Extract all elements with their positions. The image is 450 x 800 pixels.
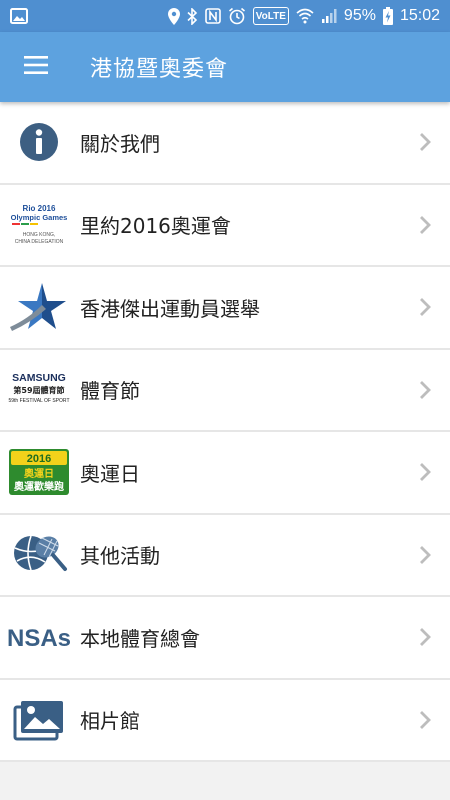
list-item-label: 里約2016奧運會: [80, 214, 231, 239]
list-item-label: 其他活動: [80, 544, 160, 569]
list-item-label: 奧運日: [80, 461, 140, 486]
chevron-right-icon: [400, 462, 450, 482]
menu-list: 關於我們 Rio 2016 Olympic Games HONG KONG, C…: [0, 102, 450, 762]
list-item-about-us[interactable]: 關於我們: [0, 102, 450, 185]
logo-text: CHINA DELEGATION: [15, 239, 64, 245]
logo-text: 2016: [27, 453, 51, 465]
logo-text: HONG KONG,: [23, 232, 56, 238]
logo-text: 59th FESTIVAL OF SPORT: [8, 398, 69, 404]
star-athlete-logo: [0, 266, 78, 348]
info-icon: [0, 101, 78, 183]
image-icon: [10, 7, 28, 25]
logo-text: SAMSUNG: [12, 372, 66, 384]
menu-button[interactable]: [0, 32, 72, 102]
bluetooth-icon: [187, 7, 198, 25]
app-title: 港協暨奧委會: [90, 57, 229, 82]
list-item-outstanding-athletes[interactable]: 香港傑出運動員選舉: [0, 267, 450, 350]
sports-activities-icon: [0, 514, 78, 596]
logo-text: 第59屆體育節: [13, 385, 64, 395]
logo-text: Rio 2016: [23, 204, 56, 213]
chevron-right-icon: [400, 545, 450, 565]
wifi-icon: [296, 7, 314, 25]
olympic-day-logo: 2016 奧運日 奧運歡樂跑: [0, 431, 78, 513]
chevron-right-icon: [400, 297, 450, 317]
logo-text: NSAs: [7, 625, 71, 652]
chevron-right-icon: [400, 380, 450, 400]
chevron-right-icon: [400, 132, 450, 152]
signal-icon: [321, 7, 337, 25]
location-icon: [167, 7, 180, 25]
battery-charging-icon: [382, 7, 393, 25]
volte-badge: VoLTE: [252, 7, 289, 25]
battery-percent: 95%: [343, 7, 376, 24]
list-item-other-activities[interactable]: 其他活動: [0, 514, 450, 597]
chevron-right-icon: [400, 710, 450, 730]
photo-gallery-icon: [0, 679, 78, 761]
list-item-label: 相片館: [80, 709, 140, 734]
list-item-label: 體育節: [80, 379, 140, 404]
logo-text: Olympic Games: [11, 213, 68, 222]
list-item-olympic-day[interactable]: 2016 奧運日 奧運歡樂跑 奧運日: [0, 432, 450, 515]
logo-text: 奧運歡樂跑: [13, 480, 64, 493]
status-bar: VoLTE 95% 15:02: [0, 0, 450, 32]
alarm-icon: [228, 7, 246, 25]
list-item-rio-2016[interactable]: Rio 2016 Olympic Games HONG KONG, CHINA …: [0, 184, 450, 267]
samsung-festival-logo: SAMSUNG 第59屆體育節 59th FESTIVAL OF SPORT: [0, 349, 78, 431]
list-item-photo-gallery[interactable]: 相片館: [0, 679, 450, 762]
logo-text: 奧運日: [23, 467, 54, 480]
rio-2016-logo: Rio 2016 Olympic Games HONG KONG, CHINA …: [0, 184, 78, 266]
nsas-logo: NSAs: [0, 596, 78, 678]
nfc-icon: [204, 7, 221, 25]
hamburger-menu-icon: [24, 56, 48, 78]
chevron-right-icon: [400, 627, 450, 647]
list-item-nsas[interactable]: NSAs 本地體育總會: [0, 597, 450, 680]
clock: 15:02: [399, 7, 440, 24]
list-item-festival-of-sport[interactable]: SAMSUNG 第59屆體育節 59th FESTIVAL OF SPORT 體…: [0, 349, 450, 432]
list-item-label: 關於我們: [80, 131, 160, 156]
app-bar: 港協暨奧委會: [0, 32, 450, 102]
chevron-right-icon: [400, 215, 450, 235]
list-item-label: 本地體育總會: [80, 626, 200, 651]
list-item-label: 香港傑出運動員選舉: [80, 296, 260, 321]
